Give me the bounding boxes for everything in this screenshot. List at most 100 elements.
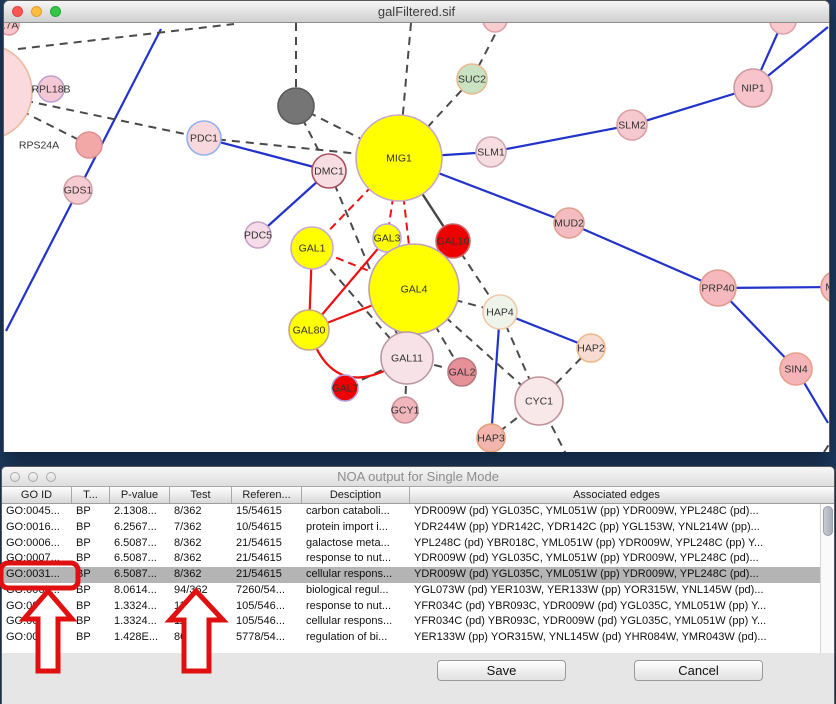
table-row-selected[interactable]: GO:0031...BP6.5087...8/36221/54615cellul… [2,567,822,583]
table-cell: BP [72,551,110,567]
table-cell: YDR009W (pd) YGL035C, YML051W (pp) YDR00… [410,551,822,567]
table-cell: BP [72,520,110,536]
traffic-lights [12,1,61,22]
table-cell: GO:0006... [2,536,72,552]
table-cell: response to nut... [302,551,410,567]
column-header[interactable]: P-value [110,487,170,503]
node-label-SIN4: SIN4 [784,364,808,376]
column-header[interactable]: GO ID [2,487,72,503]
table-cell: 105/546... [232,614,302,630]
edge-blue [491,312,500,438]
table-cell: 8.0614... [110,583,170,599]
table-row[interactable]: GO:0031...BP1.3324...11/362105/546...cel… [2,614,822,630]
zoom-button[interactable] [46,472,56,482]
node-label-17A: 17A [4,23,18,32]
table-cell: 21/54615 [232,567,302,583]
save-button[interactable]: Save [437,660,566,681]
edge-blue [491,125,632,152]
vertical-scrollbar[interactable] [820,504,834,653]
node-label-MIG1: MIG1 [386,153,412,165]
node-RPS24A[interactable] [76,132,102,158]
cancel-button[interactable]: Cancel [634,660,763,681]
table-row[interactable]: GO:0031...BP1.3324...11/362105/546...res… [2,599,822,615]
node-label-MUD2: MUD2 [554,218,584,230]
table-cell: YDR009W (pd) YGL035C, YML051W (pp) YDR00… [410,567,822,583]
table-cell: biological regul... [302,583,410,599]
table-row[interactable]: GO:0016...BP6.2567...7/36210/54615protei… [2,520,822,536]
node-label-GAL4: GAL4 [401,284,428,296]
column-header[interactable]: Referen... [232,487,302,503]
column-header[interactable]: T... [72,487,110,503]
minimize-button[interactable] [28,472,38,482]
node-label-GCY1: GCY1 [391,405,420,417]
minimize-button[interactable] [31,6,42,17]
scrollbar-thumb[interactable] [823,506,833,536]
table-cell: 15/54615 [232,504,302,520]
table-cell: 6.5087... [110,567,170,583]
noa-window-title: NOA output for Single Mode [2,467,834,486]
edge-gray-dash [4,92,204,138]
table-cell: GO:0065... [2,583,72,599]
table-cell: BP [72,630,110,646]
node-label-GDS1: GDS1 [64,185,93,197]
table-cell: 10/54615 [232,520,302,536]
table-cell: GO:0050... [2,630,72,646]
column-header[interactable]: Associated edges [410,487,823,503]
traffic-lights-inactive [10,467,56,486]
table-cell: 21/54615 [232,536,302,552]
edge-blue [569,223,718,288]
node-label-SLM1: SLM1 [477,147,505,159]
node-gray1[interactable] [278,88,314,124]
table-cell: BP [72,504,110,520]
table-cell: YFR034C (pd) YBR093C, YDR009W (pd) YGL03… [410,614,822,630]
node-topr[interactable] [770,23,796,34]
node-label-PDC5: PDC5 [244,230,272,242]
network-canvas[interactable]: 17ARPL18BRPS24AGDS1PDC1DMC1MIG1SUC2SLM1S… [4,23,829,452]
table-cell: YDR009W (pd) YGL035C, YML051W (pp) YDR00… [410,504,822,520]
table-header: GO IDT...P-valueTestReferen...Desciption… [2,487,834,504]
table-row[interactable]: GO:0050...BP1.428E...80/3625778/54...reg… [2,630,822,646]
table-cell: YGL073W (pd) YER103W, YER133W (pp) YOR31… [410,583,822,599]
table-cell: 8/362 [170,567,232,583]
node-label-GAL3: GAL3 [374,233,401,245]
close-button[interactable] [12,6,23,17]
table-cell: 8/362 [170,536,232,552]
zoom-button[interactable] [50,6,61,17]
node-label-GAL80: GAL80 [293,325,326,337]
node-bigleft[interactable] [4,44,32,140]
column-header[interactable]: Desciption [302,487,410,503]
table-cell: BP [72,614,110,630]
network-graph: 17ARPL18BRPS24AGDS1PDC1DMC1MIG1SUC2SLM1S… [4,23,829,452]
table-cell: 7/362 [170,520,232,536]
table-cell: galactose meta... [302,536,410,552]
node-label-GAL1: GAL1 [299,243,326,255]
table-cell: 8/362 [170,504,232,520]
table-cell: BP [72,567,110,583]
table-cell: 94/362 [170,583,232,599]
table-row[interactable]: GO:0006...BP6.5087...8/36221/54615galact… [2,536,822,552]
network-window: galFiltered.sif 17ARPL18BRPS24AGDS1PDC1D… [3,0,830,452]
table-cell: 11/362 [170,614,232,630]
table-cell: 1.428E... [110,630,170,646]
table-cell: 80/362 [170,630,232,646]
table-cell: GO:0031... [2,567,72,583]
column-header[interactable]: Test [170,487,232,503]
node-label-RPS24A: RPS24A [19,140,59,152]
table-cell: 21/54615 [232,551,302,567]
table-cell: BP [72,583,110,599]
table-cell: carbon cataboli... [302,504,410,520]
table-cell: GO:0031... [2,599,72,615]
results-table[interactable]: GO:0045...BP2.1308...8/36215/54615carbon… [2,504,822,653]
noa-window-titlebar[interactable]: NOA output for Single Mode [2,467,834,487]
node-topc[interactable] [483,23,507,32]
table-cell: YFR034C (pd) YBR093C, YDR009W (pd) YGL03… [410,599,822,615]
table-cell: cellular respons... [302,614,410,630]
table-row[interactable]: GO:0007...BP6.5087...8/36221/54615respon… [2,551,822,567]
network-window-titlebar[interactable]: galFiltered.sif [4,1,829,23]
table-cell: GO:0045... [2,504,72,520]
table-cell: BP [72,599,110,615]
edge-gray-dash [824,443,829,452]
close-button[interactable] [10,472,20,482]
table-row[interactable]: GO:0065...BP8.0614...94/3627260/54...bio… [2,583,822,599]
table-row[interactable]: GO:0045...BP2.1308...8/36215/54615carbon… [2,504,822,520]
